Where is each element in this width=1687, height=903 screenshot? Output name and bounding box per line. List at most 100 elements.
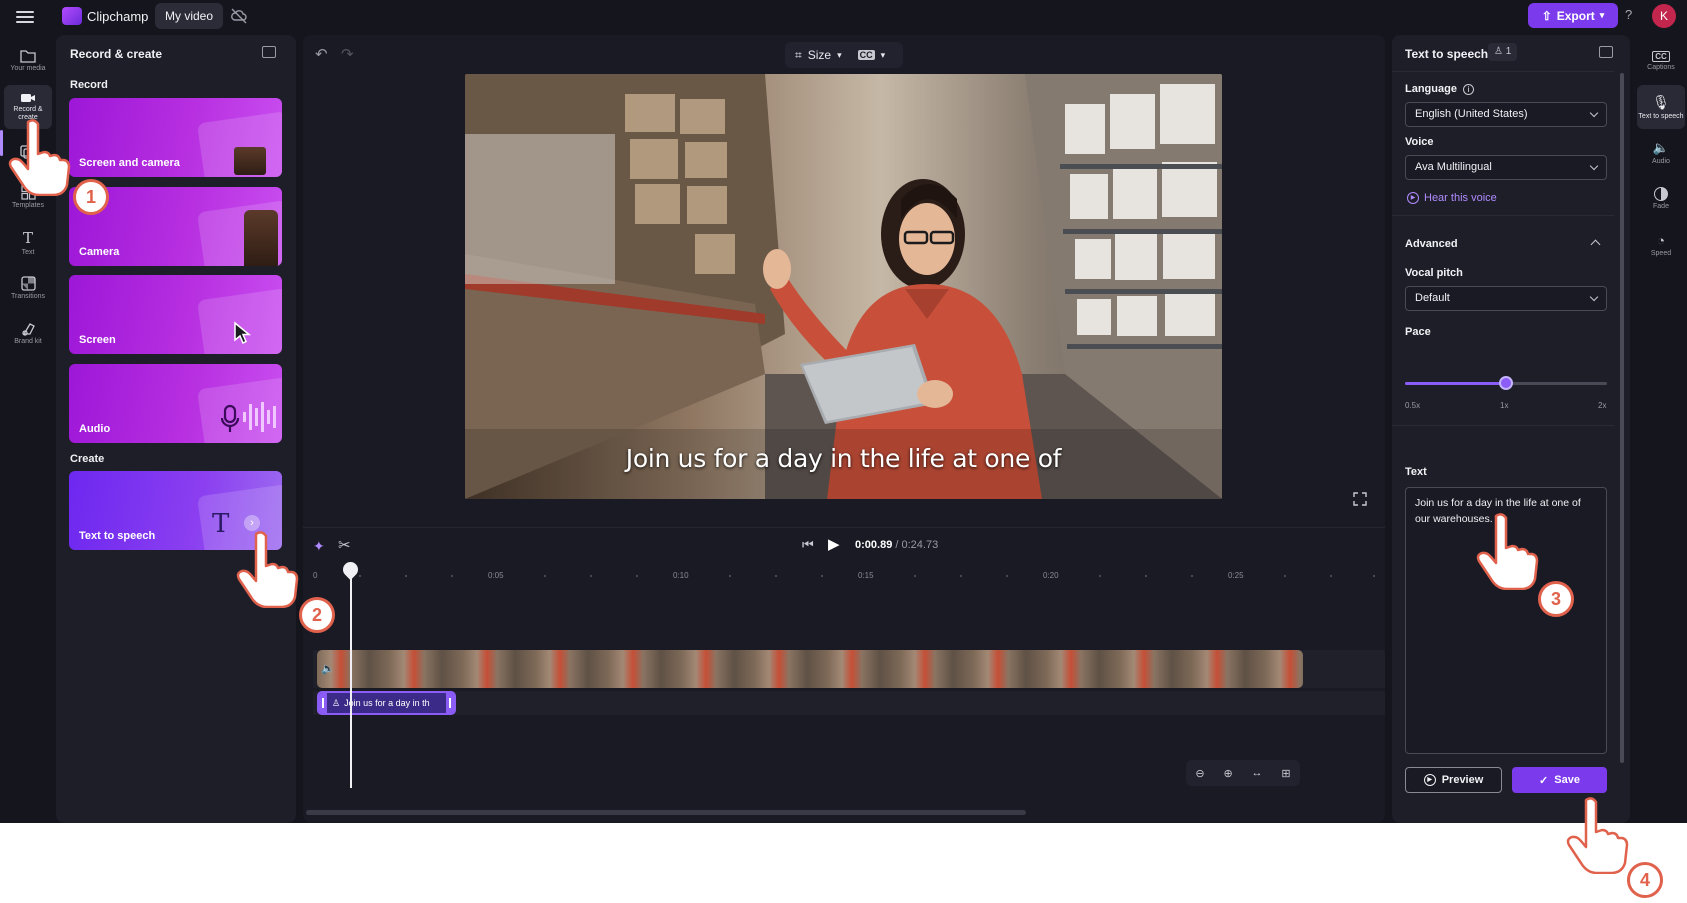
voice-select[interactable]: Ava Multilingual xyxy=(1405,155,1607,180)
panel-scrollbar[interactable] xyxy=(1620,73,1624,763)
audio-card[interactable]: Audio xyxy=(69,364,282,443)
playback-bar: ✦ ✂ ⏮ ▶ 0:00.89 / 0:24.73 xyxy=(303,527,1385,563)
timeline-scrollbar[interactable] xyxy=(306,810,1026,815)
text-to-speech-icon: 🎙 xyxy=(1652,93,1670,110)
rail-item-fade[interactable]: Fade xyxy=(1637,177,1685,221)
voice-label: Voice xyxy=(1405,136,1434,148)
clipchamp-app: Clipchamp My video ⇧ Export ▾ ? K Your m… xyxy=(0,0,1687,823)
rail-item-audio[interactable]: 🔈 Audio xyxy=(1637,131,1685,175)
voice-count-badge: ♙ 1 xyxy=(1488,43,1518,61)
chevron-down-icon: ▾ xyxy=(837,49,842,60)
magic-tools-icon[interactable]: ✦ xyxy=(313,538,325,555)
playhead[interactable] xyxy=(350,570,352,788)
screen-and-camera-card[interactable]: Screen and camera xyxy=(69,98,282,177)
cursor-icon xyxy=(234,321,252,345)
pointing-hand-icon xyxy=(8,119,71,196)
speaker-icon[interactable]: 🔈 xyxy=(321,662,335,675)
zoom-controls: ⊖ ⊕ ↔ ⊞ xyxy=(1186,760,1300,786)
clip-trim-handle[interactable] xyxy=(446,693,454,713)
save-button[interactable]: ✓ Save xyxy=(1512,767,1607,793)
video-preview[interactable]: Join us for a day in the life at one of xyxy=(465,74,1222,499)
play-icon[interactable]: ▶ xyxy=(828,535,840,553)
chevron-down-icon xyxy=(1589,108,1599,118)
fit-timeline-icon[interactable]: ↔ xyxy=(1252,767,1263,779)
export-button[interactable]: ⇧ Export ▾ xyxy=(1528,3,1618,28)
avatar[interactable]: K xyxy=(1652,4,1676,28)
card-label: Text to speech xyxy=(79,530,156,542)
divider xyxy=(1392,425,1614,426)
chevron-down-icon: ▾ xyxy=(880,49,886,60)
card-label: Screen and camera xyxy=(79,157,180,169)
text-to-speech-clip[interactable]: ♙ Join us for a day in th xyxy=(317,691,456,715)
card-label: Camera xyxy=(79,246,120,258)
screen-card[interactable]: Screen xyxy=(69,275,282,354)
camera-icon xyxy=(21,94,35,102)
divider xyxy=(1392,215,1614,216)
info-icon[interactable]: i xyxy=(1463,84,1475,95)
rail-label: Captions xyxy=(1647,63,1675,71)
pace-mark: 2x xyxy=(1598,401,1607,410)
checkmark-icon: ✓ xyxy=(1539,774,1549,787)
rail-label: Speed xyxy=(1650,249,1672,257)
video-clip[interactable]: 🔈 xyxy=(317,650,1303,688)
clip-label: Join us for a day in th xyxy=(344,698,430,708)
language-label: Language i xyxy=(1405,83,1475,95)
fullscreen-icon[interactable] xyxy=(1353,492,1367,506)
captions-toggle-icon[interactable]: CC xyxy=(857,50,875,60)
ruler-tick: 0:15 xyxy=(858,571,874,580)
divider xyxy=(1392,71,1614,72)
rail-item-your-media[interactable]: Your media xyxy=(4,39,52,83)
redo-icon[interactable]: ↷ xyxy=(341,45,354,63)
pace-slider-thumb[interactable] xyxy=(1499,376,1513,390)
rail-item-text-to-speech[interactable]: 🎙 Text to speech xyxy=(1637,85,1685,129)
add-track-icon[interactable]: ⊞ xyxy=(1281,767,1290,780)
vocal-pitch-label: Vocal pitch xyxy=(1405,267,1463,279)
badge-count: 1 xyxy=(1505,46,1512,57)
top-bar: Clipchamp My video ⇧ Export ▾ ? K xyxy=(0,0,1687,33)
card-label: Screen xyxy=(79,334,116,346)
rail-label: Your media xyxy=(10,65,46,72)
split-scissors-icon[interactable]: ✂ xyxy=(338,536,351,554)
collapse-panel-icon[interactable] xyxy=(1599,46,1613,58)
skip-back-icon[interactable]: ⏮ xyxy=(802,537,814,553)
upload-icon: ⇧ xyxy=(1541,8,1552,23)
chevron-up-icon[interactable] xyxy=(1590,239,1601,250)
help-icon[interactable]: ? xyxy=(1625,7,1632,22)
clip-trim-handle[interactable] xyxy=(319,693,327,713)
hear-this-voice-link[interactable]: ▶ Hear this voice xyxy=(1407,192,1497,204)
fade-icon xyxy=(1654,187,1668,201)
undo-icon[interactable]: ↶ xyxy=(315,45,328,63)
language-select[interactable]: English (United States) xyxy=(1405,102,1607,127)
captions-icon: CC xyxy=(1652,50,1670,62)
rail-label: Brand kit xyxy=(14,338,42,345)
size-selector[interactable]: ⌗ Size ▾ CC ▾ xyxy=(785,42,903,68)
preview-button[interactable]: ▶ Preview xyxy=(1405,767,1502,793)
preview-stage: ↶ ↷ ⌗ Size ▾ CC ▾ Join us for a day in t… xyxy=(303,35,1385,823)
tts-person-icon: ♙ xyxy=(332,697,341,708)
rail-item-text[interactable]: T Text xyxy=(4,221,52,265)
rail-label: Templates xyxy=(12,201,44,209)
zoom-out-icon[interactable]: ⊖ xyxy=(1195,767,1204,780)
vocal-pitch-select[interactable]: Default xyxy=(1405,286,1607,311)
pace-mark: 0.5x xyxy=(1405,401,1421,410)
microphone-waveform-icon xyxy=(221,402,276,432)
save-label: Save xyxy=(1554,774,1580,786)
warehouse-scene-image xyxy=(465,74,1222,499)
timeline-ruler[interactable]: 0 0:05 0:10 0:15 0:20 0:25 xyxy=(303,565,1385,585)
voice-value: Ava Multilingual xyxy=(1415,161,1492,173)
cloud-sync-off-icon xyxy=(231,8,247,24)
rail-label: Text xyxy=(21,249,35,256)
hear-voice-label: Hear this voice xyxy=(1424,192,1497,204)
ruler-tick: 0:10 xyxy=(673,571,689,580)
chevron-right-icon[interactable]: › xyxy=(244,515,260,531)
rail-item-captions[interactable]: CC Captions xyxy=(1637,39,1685,83)
rail-item-brand-kit[interactable]: Brand kit xyxy=(4,312,52,356)
step-badge: 1 xyxy=(73,179,109,215)
advanced-label: Advanced xyxy=(1405,238,1458,250)
rail-item-speed[interactable]: ◔ Speed xyxy=(1637,223,1685,267)
menu-icon[interactable] xyxy=(16,8,34,24)
rail-item-transitions[interactable]: Transitions xyxy=(4,266,52,310)
zoom-in-icon[interactable]: ⊕ xyxy=(1223,767,1232,780)
collapse-panel-icon[interactable] xyxy=(262,46,276,58)
project-name-field[interactable]: My video xyxy=(155,3,224,29)
